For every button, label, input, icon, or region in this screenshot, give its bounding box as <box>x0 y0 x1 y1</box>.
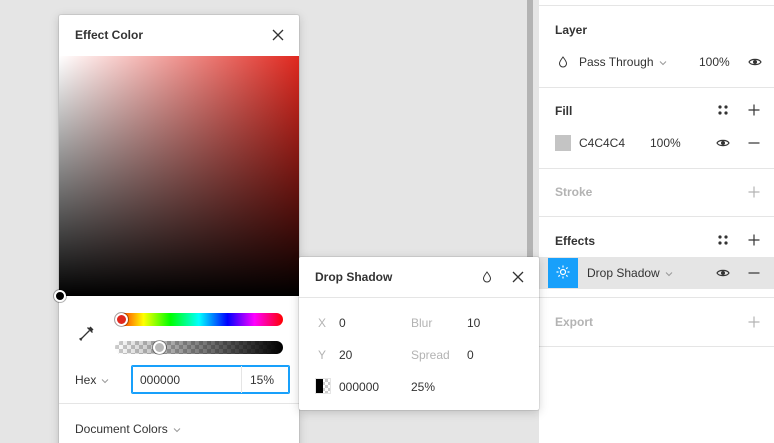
drop-icon <box>555 54 571 70</box>
y-label: Y <box>318 348 327 362</box>
eyedropper-icon[interactable] <box>78 325 95 342</box>
color-picker-handle[interactable] <box>54 290 66 302</box>
effect-color-popup: Effect Color Hex 000000 15% Document Col… <box>54 15 299 443</box>
chevron-down-icon <box>173 422 181 436</box>
drop-icon[interactable] <box>479 269 495 285</box>
effect-color-title: Effect Color <box>75 28 144 42</box>
shadow-color-opacity[interactable]: 25% <box>411 380 435 394</box>
export-section-title: Export <box>555 315 594 329</box>
blend-mode-label: Pass Through <box>579 55 654 69</box>
alpha-input[interactable]: 15% <box>242 366 289 393</box>
saturation-value-picker[interactable] <box>59 56 299 296</box>
divider <box>539 216 774 217</box>
color-mode-select[interactable]: Hex <box>75 373 109 387</box>
effect-type-select[interactable]: Drop Shadow <box>587 266 673 280</box>
remove-fill-icon[interactable] <box>746 135 762 151</box>
sun-icon <box>556 265 570 282</box>
effect-type-label: Drop Shadow <box>587 266 660 280</box>
chevron-down-icon <box>665 266 673 280</box>
x-label: X <box>318 316 327 330</box>
close-icon[interactable] <box>510 269 526 285</box>
add-stroke-icon[interactable] <box>746 184 762 200</box>
chevron-down-icon <box>101 373 109 387</box>
add-effect-icon[interactable] <box>746 232 762 248</box>
hue-slider[interactable] <box>115 313 283 326</box>
drop-shadow-title: Drop Shadow <box>315 270 393 284</box>
fill-swatch[interactable] <box>555 135 571 151</box>
effects-section-title: Effects <box>555 234 596 248</box>
eye-icon[interactable] <box>747 54 763 70</box>
shadow-color-hex[interactable]: 000000 <box>339 380 379 394</box>
fill-section-title: Fill <box>555 104 573 118</box>
x-input[interactable]: 0 <box>339 316 346 330</box>
stroke-section-title: Stroke <box>555 185 593 199</box>
chevron-down-icon <box>659 55 667 69</box>
effect-settings-button[interactable] <box>548 258 578 288</box>
divider <box>539 168 774 169</box>
divider <box>539 87 774 88</box>
fill-opacity[interactable]: 100% <box>650 136 681 150</box>
style-grid-icon[interactable] <box>715 232 731 248</box>
blend-mode-select[interactable]: Pass Through <box>579 55 667 69</box>
layer-section-title: Layer <box>555 23 588 37</box>
divider <box>59 403 299 404</box>
hex-input-group[interactable]: 000000 15% <box>131 365 290 394</box>
alpha-slider[interactable] <box>115 341 283 354</box>
color-mode-label: Hex <box>75 373 97 387</box>
blur-input[interactable]: 10 <box>467 316 480 330</box>
spread-label: Spread <box>411 348 450 362</box>
add-export-icon[interactable] <box>746 314 762 330</box>
hex-input[interactable]: 000000 <box>132 366 242 393</box>
divider <box>299 297 539 298</box>
document-colors-select[interactable]: Document Colors <box>75 422 181 436</box>
document-colors-label: Document Colors <box>75 422 168 436</box>
style-grid-icon[interactable] <box>715 102 731 118</box>
y-input[interactable]: 20 <box>339 348 352 362</box>
eye-icon[interactable] <box>715 135 731 151</box>
hue-slider-handle[interactable] <box>115 313 128 326</box>
divider <box>539 346 774 347</box>
fill-hex[interactable]: C4C4C4 <box>579 136 625 150</box>
canvas-scroll-divider <box>527 0 533 258</box>
divider <box>539 297 774 298</box>
alpha-slider-handle[interactable] <box>153 341 166 354</box>
panel-top-border <box>539 5 774 6</box>
blur-label: Blur <box>411 316 433 330</box>
properties-panel: Layer Pass Through 100% Fill C4C4C4 100%… <box>539 0 774 443</box>
spread-input[interactable]: 0 <box>467 348 474 362</box>
remove-effect-icon[interactable] <box>746 265 762 281</box>
shadow-color-swatch[interactable] <box>315 378 331 394</box>
add-fill-icon[interactable] <box>746 102 762 118</box>
drop-shadow-popup: Drop Shadow X 0 Blur 10 Y 20 Spread 0 00… <box>299 257 539 410</box>
eye-icon[interactable] <box>715 265 731 281</box>
layer-opacity[interactable]: 100% <box>699 55 730 69</box>
effect-row-drop-shadow[interactable]: Drop Shadow <box>539 257 774 289</box>
close-icon[interactable] <box>270 27 286 43</box>
